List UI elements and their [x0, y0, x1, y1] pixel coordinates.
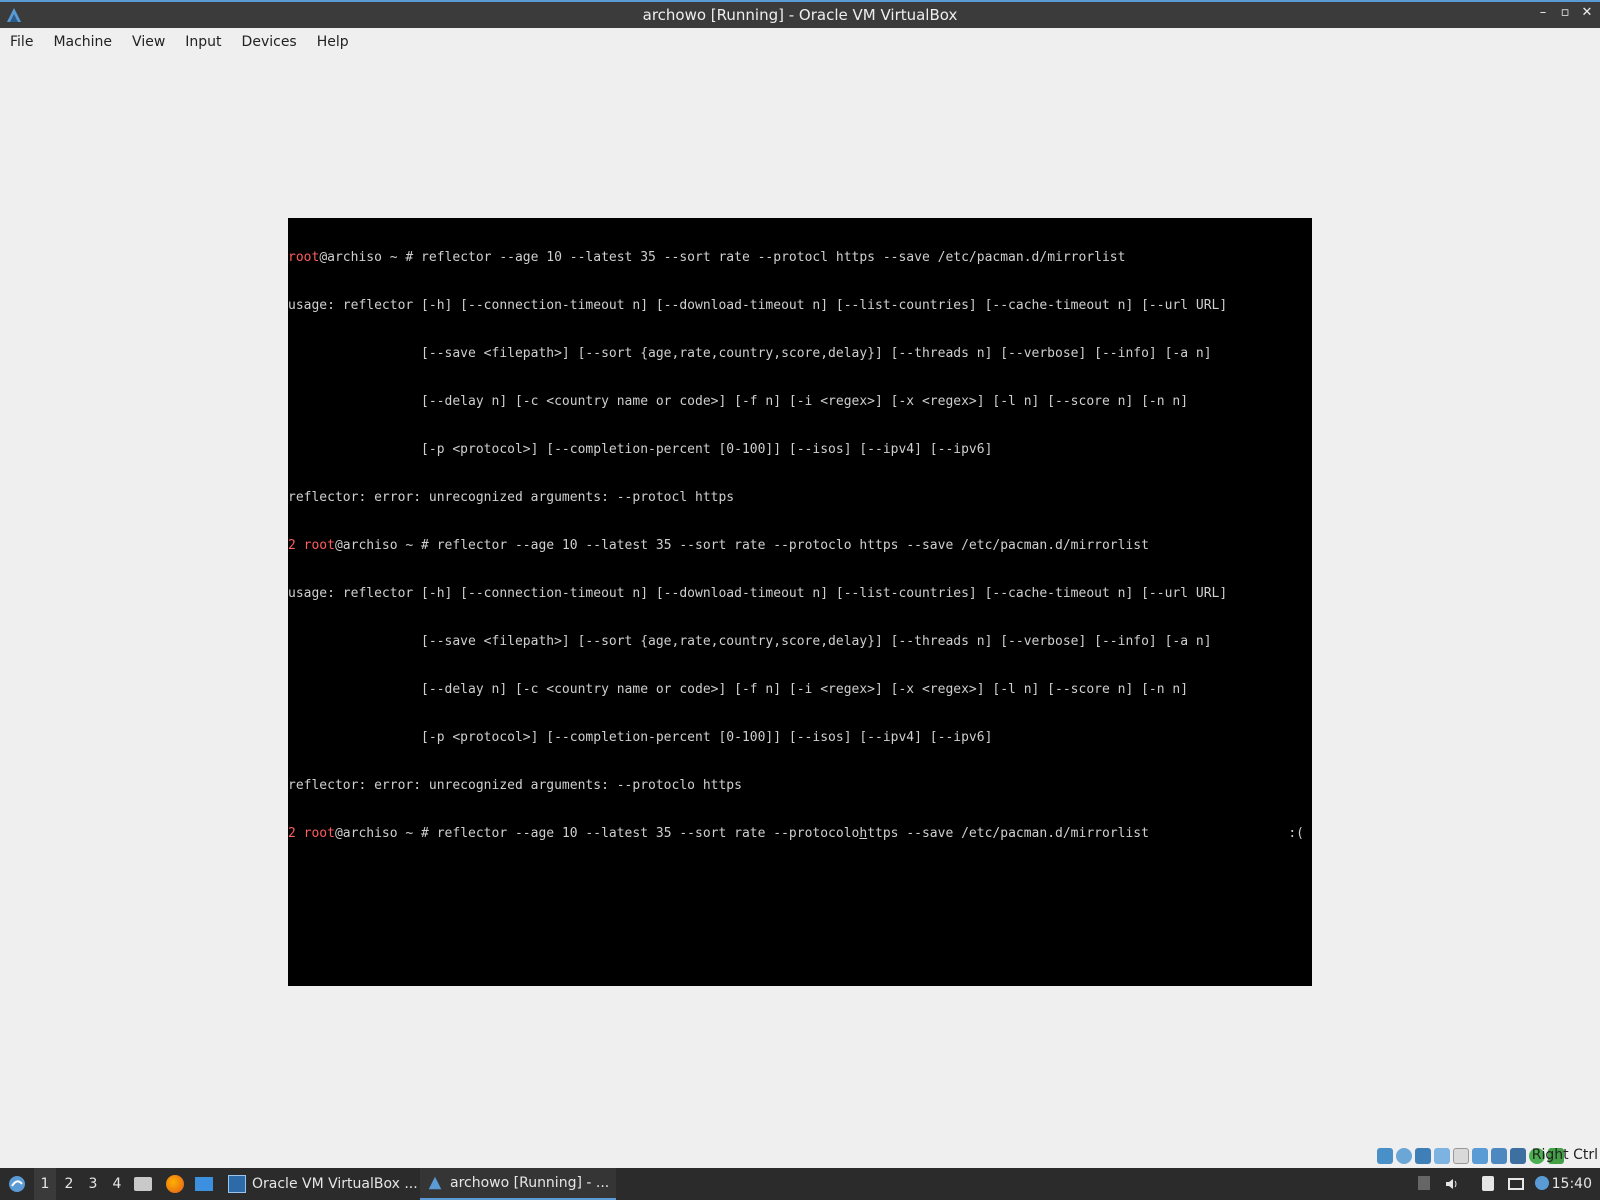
- close-button[interactable]: ✕: [1580, 5, 1594, 20]
- virtualbox-manager-icon: [228, 1175, 246, 1193]
- prompt-exit-status: :(: [1288, 826, 1304, 841]
- task-label: archowo [Running] - ...: [450, 1175, 610, 1191]
- firefox-icon: [166, 1175, 184, 1193]
- window-titlebar[interactable]: archowo [Running] - Oracle VM VirtualBox…: [0, 0, 1600, 28]
- workspace-1[interactable]: 1: [34, 1168, 56, 1200]
- folder-icon: [134, 1177, 152, 1191]
- start-menu-icon: [9, 1176, 25, 1192]
- menubar: File Machine View Input Devices Help: [0, 28, 1600, 56]
- virtualbox-vm-icon: [428, 1176, 442, 1190]
- terminal-prompt-line[interactable]: 2 root@archiso ~ # reflector --age 10 --…: [288, 826, 1312, 842]
- host-key-label[interactable]: Right Ctrl: [1532, 1147, 1598, 1163]
- terminal-line: 2 root@archiso ~ # reflector --age 10 --…: [288, 538, 1149, 553]
- window-title: archowo [Running] - Oracle VM VirtualBox: [642, 6, 958, 24]
- display-icon[interactable]: [1472, 1148, 1488, 1164]
- maximize-button[interactable]: ▫: [1558, 5, 1572, 20]
- clipboard-icon[interactable]: [1480, 1176, 1496, 1192]
- task-label: Oracle VM VirtualBox ...: [252, 1176, 418, 1192]
- terminal-line: [-p <protocol>] [--completion-percent [0…: [288, 730, 993, 745]
- hard-disk-icon[interactable]: [1377, 1148, 1393, 1164]
- start-menu-button[interactable]: [4, 1168, 30, 1200]
- task-virtualbox-manager[interactable]: Oracle VM VirtualBox ...: [222, 1168, 424, 1200]
- terminal-line: [--delay n] [-c <country name or code>] …: [288, 682, 1189, 697]
- menu-input[interactable]: Input: [175, 34, 231, 50]
- workspace-4[interactable]: 4: [106, 1168, 128, 1200]
- terminal-line: [-p <protocol>] [--completion-percent [0…: [288, 442, 993, 457]
- terminal-line: [--save <filepath>] [--sort {age,rate,co…: [288, 634, 1212, 649]
- terminal-line: reflector: error: unrecognized arguments…: [288, 778, 742, 793]
- terminal-line: reflector: error: unrecognized arguments…: [288, 490, 735, 505]
- show-desktop-icon: [195, 1177, 213, 1191]
- shared-folder-icon[interactable]: [1453, 1148, 1469, 1164]
- firefox-launcher[interactable]: [164, 1168, 186, 1200]
- network-icon[interactable]: [1415, 1148, 1431, 1164]
- workspace-3[interactable]: 3: [82, 1168, 104, 1200]
- workspace-2[interactable]: 2: [58, 1168, 80, 1200]
- task-archowo-vm[interactable]: archowo [Running] - ...: [420, 1168, 616, 1200]
- menu-view[interactable]: View: [122, 34, 175, 50]
- vm-guest-screen[interactable]: root@archiso ~ # reflector --age 10 --la…: [288, 218, 1312, 986]
- file-manager-launcher[interactable]: [132, 1168, 154, 1200]
- menu-help[interactable]: Help: [307, 34, 359, 50]
- usb-icon[interactable]: [1434, 1148, 1450, 1164]
- terminal-line: usage: reflector [-h] [--connection-time…: [288, 586, 1228, 601]
- clock[interactable]: 15:40: [1552, 1176, 1592, 1192]
- desktop-taskbar: 1 2 3 4 Oracle VM VirtualBox ... archowo…: [0, 1168, 1600, 1200]
- volume-icon[interactable]: [1444, 1176, 1460, 1192]
- menu-machine[interactable]: Machine: [43, 34, 122, 50]
- tray-expand-icon[interactable]: [1416, 1176, 1432, 1192]
- cpu-icon[interactable]: [1510, 1148, 1526, 1164]
- optical-disk-icon[interactable]: [1396, 1148, 1412, 1164]
- menu-file[interactable]: File: [0, 34, 43, 50]
- minimize-button[interactable]: –: [1536, 5, 1550, 20]
- terminal-line: root@archiso ~ # reflector --age 10 --la…: [288, 250, 1126, 265]
- menu-devices[interactable]: Devices: [232, 34, 307, 50]
- notification-icon[interactable]: [1534, 1176, 1550, 1192]
- vm-statusbar: Right Ctrl: [0, 1146, 1600, 1166]
- network-tray-icon[interactable]: [1508, 1176, 1524, 1192]
- terminal-line: [--delay n] [-c <country name or code>] …: [288, 394, 1189, 409]
- text-cursor: h: [859, 826, 868, 841]
- terminal-line: [--save <filepath>] [--sort {age,rate,co…: [288, 346, 1212, 361]
- terminal-line: usage: reflector [-h] [--connection-time…: [288, 298, 1228, 313]
- recording-icon[interactable]: [1491, 1148, 1507, 1164]
- desktop-launcher[interactable]: [193, 1168, 215, 1200]
